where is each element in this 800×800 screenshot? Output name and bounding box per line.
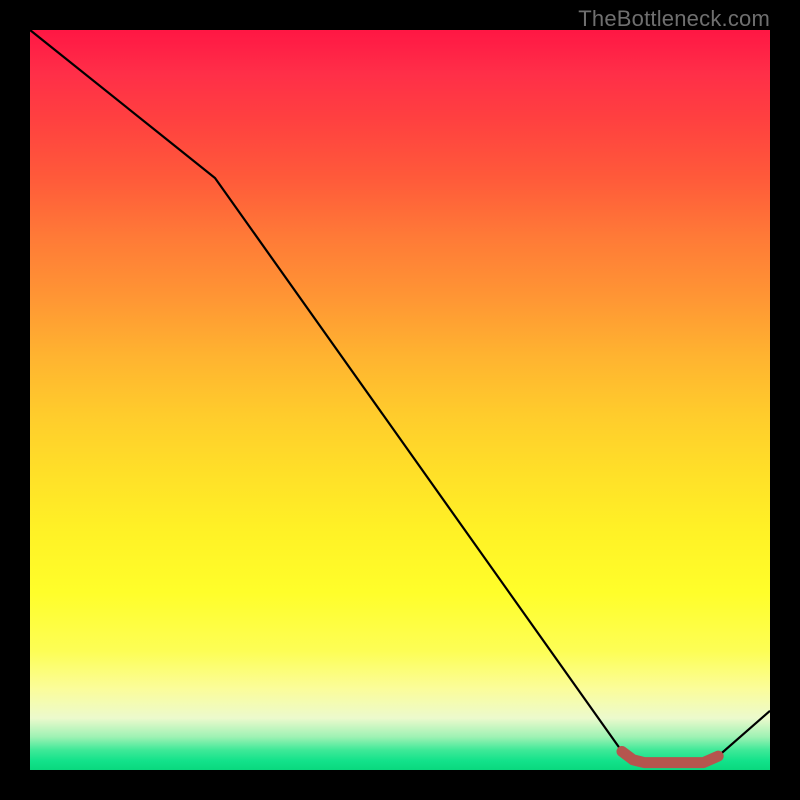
source-credit: TheBottleneck.com xyxy=(578,6,770,32)
chart-frame: TheBottleneck.com xyxy=(0,0,800,800)
plot-area xyxy=(30,30,770,770)
